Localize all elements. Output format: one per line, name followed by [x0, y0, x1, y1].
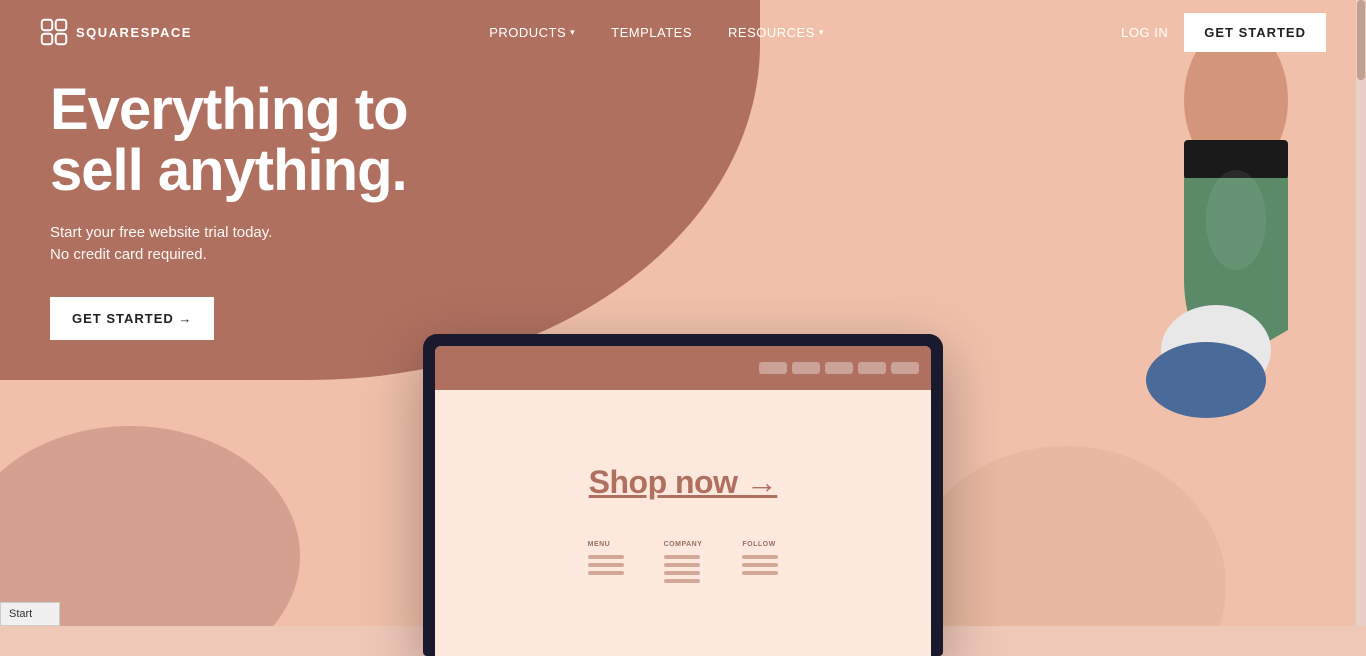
laptop-screen: Shop now → MENU COMPANY: [435, 346, 931, 656]
screen-company-link-1: [664, 555, 700, 559]
screen-follow-col: FOLLOW: [742, 541, 778, 583]
scrollbar[interactable]: [1356, 0, 1366, 626]
screen-follow-link-2: [742, 563, 778, 567]
screen-menu-heading: MENU: [588, 541, 624, 548]
screen-company-link-2: [664, 563, 700, 567]
screen-menu-link-3: [588, 571, 624, 575]
scrollbar-thumb[interactable]: [1357, 0, 1365, 80]
login-button[interactable]: LOG IN: [1121, 25, 1168, 40]
screen-shop-now[interactable]: Shop now →: [589, 464, 778, 501]
screen-menu-link-1: [588, 555, 624, 559]
screen-body: Shop now → MENU COMPANY: [435, 390, 931, 656]
screen-nav-pill: [759, 362, 787, 374]
screen-company-heading: COMPANY: [664, 541, 703, 548]
resources-chevron-icon: ▾: [819, 27, 824, 38]
bg-bottom-right-blob: [906, 446, 1226, 626]
nav-resources[interactable]: RESOURCES ▾: [728, 25, 824, 40]
screen-follow-heading: FOLLOW: [742, 541, 778, 548]
laptop-outer: Shop now → MENU COMPANY: [423, 334, 943, 656]
screen-header: [435, 346, 931, 390]
screen-company-link-3: [664, 571, 700, 575]
nav-get-started-button[interactable]: GET STARTED: [1184, 13, 1326, 52]
sock-image: [1136, 40, 1336, 460]
brand-name: SQUARESPACE: [76, 25, 192, 40]
screen-company-link-4: [664, 579, 700, 583]
screen-menu-link-2: [588, 563, 624, 567]
laptop-mockup: Shop now → MENU COMPANY: [423, 334, 943, 656]
nav-templates[interactable]: TEMPLATES: [611, 25, 692, 40]
hero-cta-button[interactable]: GET STARTED →: [50, 297, 214, 340]
hero-section: Everything to sell anything. Start your …: [50, 80, 408, 340]
hero-title: Everything to sell anything.: [50, 80, 408, 202]
status-bar: Start: [0, 602, 60, 626]
screen-nav-pill-3: [825, 362, 853, 374]
screen-follow-link-1: [742, 555, 778, 559]
screen-nav-pill-4: [858, 362, 886, 374]
status-bar-label: Start: [9, 608, 32, 620]
screen-follow-link-3: [742, 571, 778, 575]
nav-products[interactable]: PRODUCTS ▾: [489, 25, 575, 40]
logo[interactable]: SQUARESPACE: [40, 18, 192, 46]
screen-company-col: COMPANY: [664, 541, 703, 583]
screen-nav-pill-5: [891, 362, 919, 374]
nav-links: PRODUCTS ▾ TEMPLATES RESOURCES ▾: [192, 25, 1121, 40]
screen-nav-pill-2: [792, 362, 820, 374]
products-chevron-icon: ▾: [570, 27, 575, 38]
bg-bottom-left-blob: [0, 426, 300, 626]
screen-footer: MENU COMPANY FOLLOW: [588, 541, 779, 583]
hero-subtitle: Start your free website trial today. No …: [50, 222, 408, 267]
navbar: SQUARESPACE PRODUCTS ▾ TEMPLATES RESOURC…: [0, 0, 1366, 64]
screen-menu-col: MENU: [588, 541, 624, 583]
nav-right-actions: LOG IN GET STARTED: [1121, 13, 1326, 52]
